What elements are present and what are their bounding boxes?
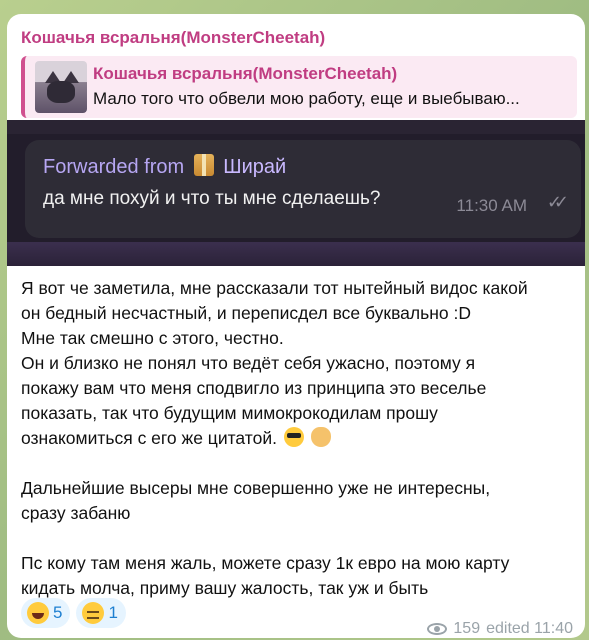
text-line: сразу забаню	[21, 503, 131, 523]
box-icon	[193, 154, 214, 176]
edited-time: edited 11:40	[486, 620, 573, 637]
eye-icon	[427, 623, 448, 635]
text-line: Он и близко не понял что ведёт себя ужас…	[21, 353, 476, 373]
forwarded-prefix: Forwarded from	[43, 156, 185, 178]
screenshot-image[interactable]: Forwarded from Ширай да мне похуй и что …	[7, 120, 585, 266]
text-line-with-emoji: ознакомиться с его же цитатой.	[21, 426, 579, 451]
text-line: показать, так что будущим мимокрокодилам…	[21, 403, 438, 423]
text-line: покажу вам что меня сподвигло из принцип…	[21, 378, 487, 398]
reaction-count: 5	[53, 603, 63, 622]
text-line: ознакомиться с его же цитатой.	[21, 428, 277, 448]
views-count: 159	[453, 620, 481, 637]
forwarded-header: Forwarded from Ширай	[43, 154, 286, 179]
message-bubble[interactable]: Кошачья всральня(MonsterCheetah) Кошачья…	[7, 14, 585, 638]
text-line: Дальнейшие высеры мне совершенно уже не …	[21, 478, 491, 498]
forwarded-time: 11:30 AM	[456, 196, 527, 215]
forwarded-text: да мне похуй и что ты мне сделаешь?	[43, 188, 381, 209]
reaction-grinning[interactable]: 5	[21, 598, 71, 628]
sleeping-face-icon	[82, 602, 105, 624]
text-line: Я вот че заметила, мне рассказали тот ны…	[21, 278, 528, 298]
ok-hand-emoji-icon	[310, 427, 331, 447]
text-line: Мне так смешно с этого, честно.	[21, 328, 284, 348]
double-check-icon: ✓✓	[546, 192, 569, 212]
reply-preview[interactable]: Кошачья всральня(MonsterCheetah) Мало то…	[21, 56, 577, 118]
message-text: Я вот че заметила, мне рассказали тот ны…	[21, 276, 579, 601]
grinning-face-icon	[27, 602, 49, 624]
message-meta: 159 edited 11:40	[427, 620, 573, 638]
forwarded-name: Ширай	[223, 156, 287, 178]
reply-title: Кошачья всральня(MonsterCheetah)	[93, 64, 398, 83]
text-line: он бедный несчастный, и переписдел все б…	[21, 303, 471, 323]
text-line: Пс кому там меня жаль, можете сразу 1к е…	[21, 553, 510, 573]
reply-thumbnail	[35, 61, 87, 113]
reaction-sleeping[interactable]: 1	[76, 598, 126, 628]
sunglasses-emoji-icon	[283, 427, 304, 447]
reaction-count: 1	[108, 603, 118, 622]
reactions-bar: 5 1	[21, 598, 126, 628]
forwarded-message: Forwarded from Ширай да мне похуй и что …	[25, 140, 581, 238]
reply-text: Мало того что обвели мою работу, еще и в…	[93, 89, 520, 108]
sender-name[interactable]: Кошачья всральня(MonsterCheetah)	[21, 28, 325, 48]
